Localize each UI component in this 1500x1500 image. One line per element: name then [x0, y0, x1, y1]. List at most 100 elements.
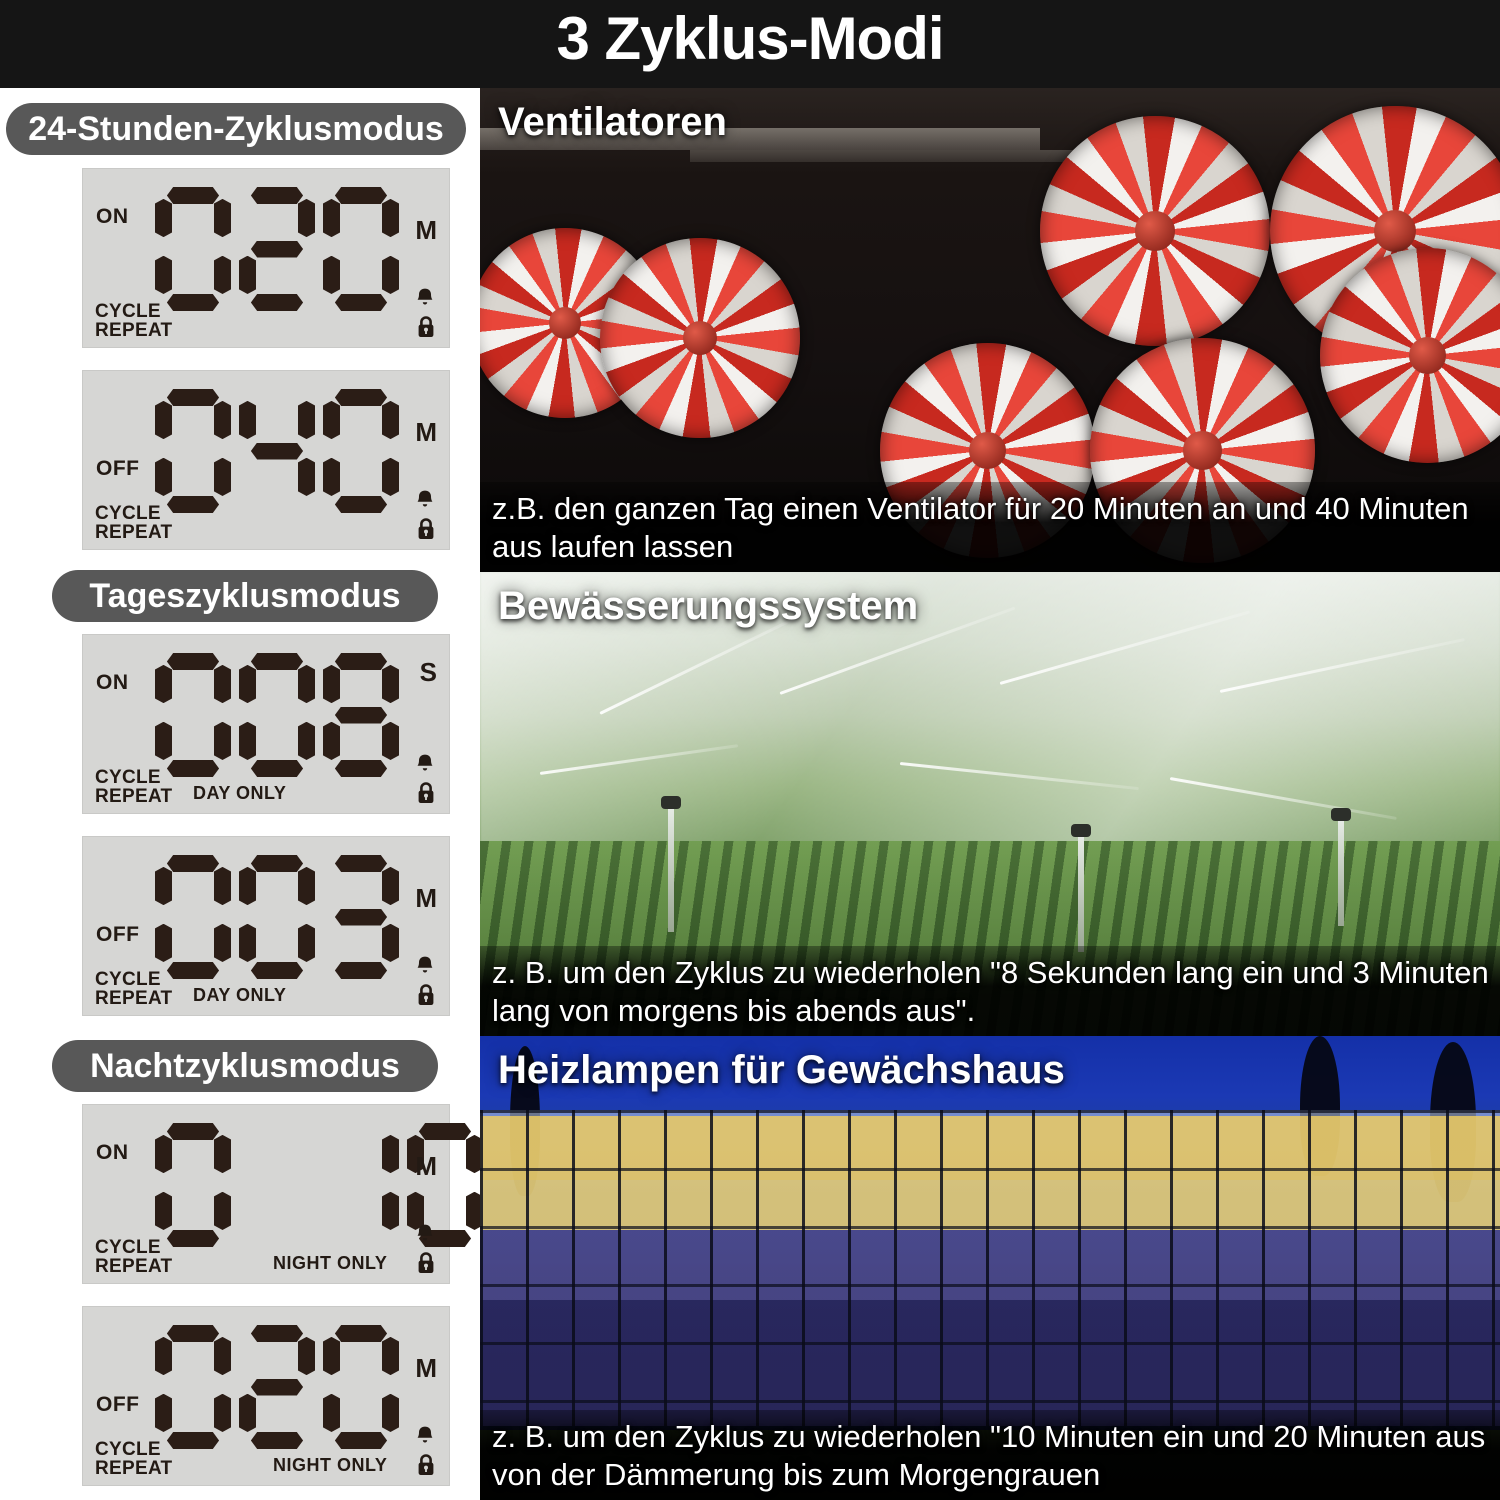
- segment-f: [155, 664, 172, 704]
- segment-c: [298, 1192, 315, 1230]
- segment-a: [166, 653, 220, 670]
- segment-b: [382, 1134, 399, 1174]
- segment-e: [155, 457, 172, 496]
- segment-g: [251, 707, 303, 724]
- lock-icon: [416, 315, 436, 344]
- lcd-cycle-line1: CYCLE: [95, 1237, 161, 1258]
- segment-b: [382, 1336, 399, 1376]
- lcd-restriction-label: DAY ONLY: [193, 783, 287, 803]
- lcd-cycle-repeat-label: CYCLE REPEAT: [95, 504, 172, 542]
- segment-b: [298, 198, 315, 238]
- seven-segment-digit: [323, 1123, 399, 1247]
- photo-label-irrigation: Bewässerungssystem: [498, 584, 919, 628]
- segment-g: [250, 240, 304, 258]
- segment-b: [382, 400, 399, 440]
- segment-c: [214, 923, 231, 962]
- segment-d: [335, 1230, 387, 1247]
- segment-g: [167, 443, 219, 460]
- lcd-state-label: ON: [96, 671, 129, 694]
- segment-f: [323, 1336, 340, 1376]
- segment-a: [334, 855, 388, 872]
- segment-e: [323, 721, 340, 760]
- segment-f: [323, 1135, 340, 1173]
- segment-c: [214, 457, 231, 496]
- segment-e: [155, 255, 172, 294]
- segment-d: [250, 962, 304, 979]
- segment-a: [334, 653, 388, 670]
- segment-g: [250, 1378, 304, 1396]
- sprinkler-head-icon: [1071, 824, 1091, 837]
- segment-f: [155, 866, 172, 906]
- lcd-cycle-line2: REPEAT: [95, 1458, 173, 1479]
- segment-a: [251, 389, 303, 406]
- segment-b: [382, 866, 399, 906]
- segment-e: [155, 923, 172, 962]
- segment-f: [323, 867, 340, 905]
- photo-panel-irrigation: Bewässerungssystem z. B. um den Zyklus z…: [480, 572, 1500, 1036]
- segment-e: [323, 457, 340, 496]
- segment-b: [382, 664, 399, 704]
- segment-a: [334, 389, 388, 406]
- segment-b: [214, 664, 231, 704]
- lcd-cycle-line1: CYCLE: [95, 301, 161, 322]
- segment-d: [166, 1432, 220, 1449]
- segment-g: [250, 442, 304, 460]
- lcd-restriction-label: NIGHT ONLY: [273, 1253, 388, 1273]
- bell-icon: [414, 1223, 436, 1248]
- photo-panel-greenhouse: Heizlampen für Gewächshaus z. B. um den …: [480, 1036, 1500, 1500]
- segment-a: [166, 1123, 220, 1140]
- segment-b: [214, 400, 231, 440]
- segment-c: [382, 923, 399, 962]
- lcd-state-label: OFF: [96, 1393, 140, 1416]
- segment-b: [214, 866, 231, 906]
- lcd-state-label: OFF: [96, 457, 140, 480]
- segment-e: [323, 924, 340, 962]
- segment-e: [239, 1192, 256, 1230]
- segment-g: [334, 908, 388, 926]
- photo-caption-fans: z.B. den ganzen Tag einen Ventilator für…: [492, 491, 1469, 564]
- segment-c: [382, 721, 399, 760]
- segment-c: [214, 255, 231, 294]
- lcd-unit-label: M: [415, 1353, 437, 1383]
- seven-segment-digit: [323, 653, 399, 777]
- seven-segment-digit: [155, 855, 231, 979]
- bell-icon: [414, 489, 436, 514]
- bell-icon: [414, 753, 436, 778]
- lcd-cycle-repeat-label: CYCLE REPEAT: [95, 1238, 172, 1276]
- segment-a: [251, 1123, 303, 1140]
- mode-label-day: Tageszyklusmodus: [52, 570, 438, 622]
- segment-g: [167, 1379, 219, 1396]
- segment-c: [298, 256, 315, 294]
- lcd-cycle-line2: REPEAT: [95, 988, 173, 1009]
- segment-c: [214, 721, 231, 760]
- segment-a: [166, 187, 220, 204]
- lock-icon: [416, 983, 436, 1012]
- segment-b: [382, 198, 399, 238]
- seven-segment-digit: [239, 1123, 315, 1247]
- segment-e: [239, 721, 256, 760]
- segment-f: [239, 199, 256, 237]
- lcd-state-label: ON: [96, 205, 129, 228]
- segment-c: [214, 1191, 231, 1230]
- segment-f: [155, 400, 172, 440]
- segment-c: [298, 721, 315, 760]
- lcd-unit-label: M: [415, 417, 437, 447]
- infographic-page: 3 Zyklus-Modi 24-Stunden-Zyklusmodus ON M…: [0, 0, 1500, 1500]
- segment-a: [166, 1325, 220, 1342]
- seven-segment-digit: [155, 389, 231, 513]
- lcd-cycle-line1: CYCLE: [95, 503, 161, 524]
- segment-c: [298, 923, 315, 962]
- seven-segment-digit: [155, 1325, 231, 1449]
- seven-segment-digit: [239, 389, 315, 513]
- segment-e: [323, 255, 340, 294]
- photo-label-fans: Ventilatoren: [498, 100, 727, 144]
- segment-c: [298, 1394, 315, 1432]
- lock-icon: [416, 1453, 436, 1482]
- seven-segment-digit: [155, 653, 231, 777]
- segment-f: [155, 1134, 172, 1174]
- segment-c: [382, 1393, 399, 1432]
- lcd-state-label: OFF: [96, 923, 140, 946]
- sprinkler-post-icon: [1338, 816, 1344, 926]
- segment-b: [298, 866, 315, 906]
- segment-b: [298, 400, 315, 440]
